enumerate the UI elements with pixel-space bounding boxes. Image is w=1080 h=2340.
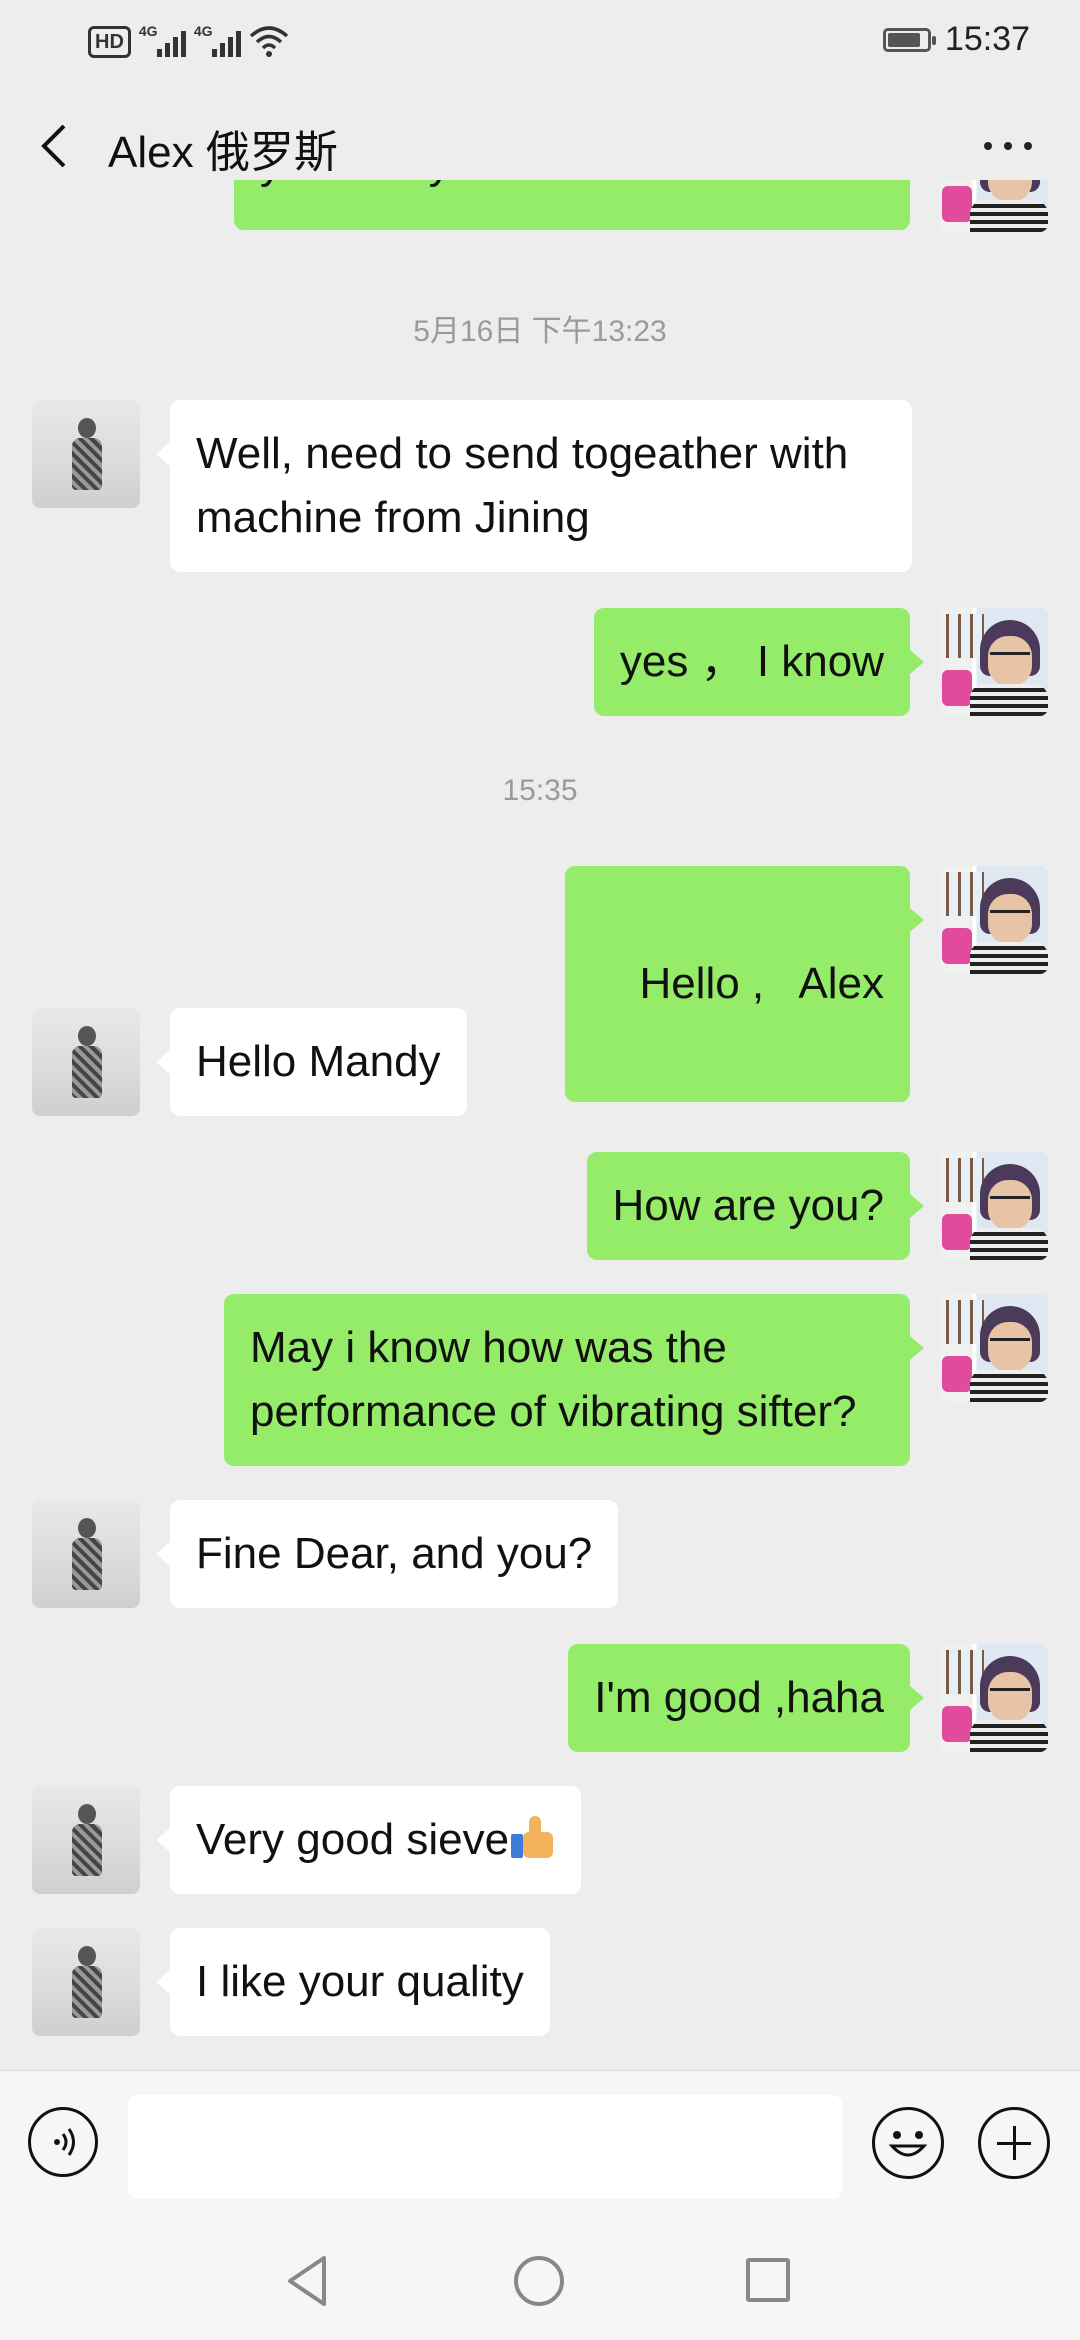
message-bubble-incoming[interactable]: Hello Mandy [156, 1008, 467, 1116]
message-bubble-incoming[interactable]: Fine Dear, and you? [155, 1500, 619, 1608]
chat-title: Alex 俄罗斯 [108, 128, 338, 177]
message-list[interactable]: yesterday discussed with Siara 5月16日 下午1… [0, 180, 1080, 2070]
back-arrow-icon[interactable] [34, 122, 78, 170]
wifi-icon [249, 26, 289, 57]
timestamp: 15:35 [502, 774, 578, 807]
my-avatar[interactable] [940, 608, 1048, 716]
message-bubble-partial[interactable]: yesterday discussed with Siara [234, 180, 910, 230]
message-bubble-outgoing[interactable]: yes ， I know [593, 608, 925, 716]
input-bar [0, 2070, 1080, 2231]
hd-indicator: HD [88, 26, 131, 58]
nav-back-icon[interactable] [284, 2254, 332, 2308]
status-right: 15:37 [882, 20, 1030, 59]
more-options-icon[interactable] [984, 142, 1032, 150]
status-bar: HD 4G 4G 15:37 [0, 0, 1080, 80]
message-bubble-outgoing[interactable]: How are you? [586, 1152, 925, 1260]
message-bubble-incoming[interactable]: Well, need to send togeather with machin… [156, 400, 912, 572]
signal-icon-2: 4G [194, 23, 241, 57]
status-left: HD 4G 4G [88, 22, 289, 62]
emoji-button[interactable] [872, 2107, 944, 2179]
contact-avatar[interactable] [32, 1786, 140, 1894]
voice-icon [54, 2128, 75, 2156]
smiley-icon [888, 2131, 928, 2157]
my-avatar[interactable] [940, 1152, 1048, 1260]
nav-recents-icon[interactable] [746, 2258, 790, 2302]
thumbs-up-icon [511, 1816, 555, 1860]
message-bubble-incoming[interactable]: Very good sieve [155, 1786, 582, 1894]
message-input[interactable] [128, 2095, 842, 2199]
status-time: 15:37 [944, 20, 1030, 58]
message-bubble-incoming[interactable]: I like your quality [156, 1928, 550, 2036]
contact-avatar[interactable] [32, 1928, 140, 2036]
contact-avatar[interactable] [32, 1500, 140, 1608]
my-avatar[interactable] [940, 180, 1048, 232]
more-actions-button[interactable] [978, 2107, 1050, 2179]
message-bubble-outgoing[interactable]: I'm good ,haha [568, 1644, 924, 1752]
my-avatar[interactable] [940, 1644, 1048, 1752]
signal-icon: 4G [139, 23, 186, 57]
message-bubble-outgoing[interactable]: Hello , Alex [564, 866, 925, 1102]
nav-home-icon[interactable] [514, 2256, 564, 2306]
contact-avatar[interactable] [32, 400, 140, 508]
voice-input-button[interactable] [28, 2107, 98, 2177]
my-avatar[interactable] [940, 1294, 1048, 1402]
system-nav-bar [0, 2230, 1080, 2340]
message-bubble-outgoing[interactable]: May i know how was the performance of vi… [224, 1294, 924, 1466]
my-avatar[interactable] [940, 866, 1048, 974]
battery-icon [882, 27, 936, 52]
timestamp: 5月16日 下午13:23 [413, 315, 667, 348]
contact-avatar[interactable] [32, 1008, 140, 1116]
